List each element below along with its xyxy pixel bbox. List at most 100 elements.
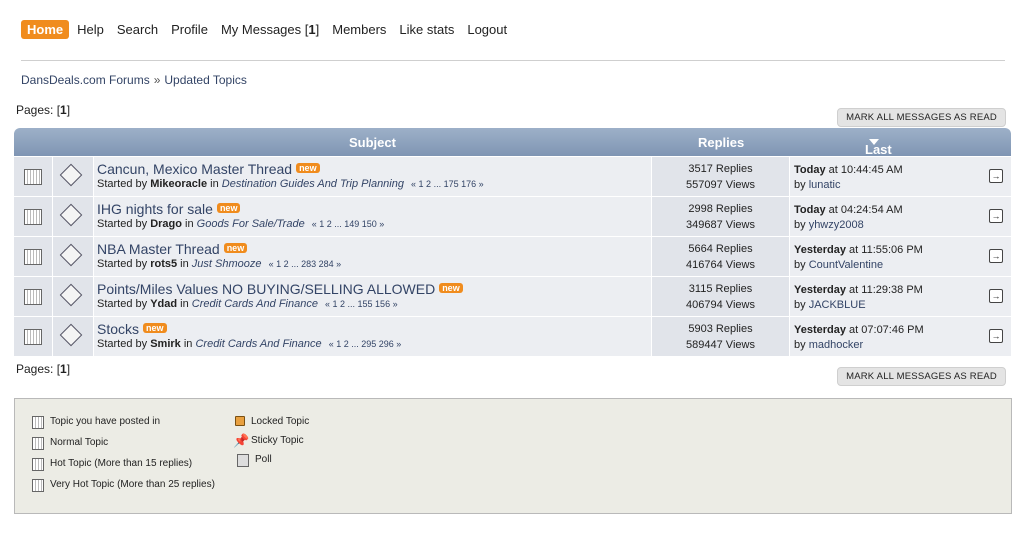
topic-title-link[interactable]: NBA Master Thread — [97, 241, 220, 257]
page-links[interactable]: « 1 2 ... 283 284 » — [269, 259, 342, 269]
last-poster-link[interactable]: CountValentine — [809, 259, 883, 271]
icon-legend: Topic you have posted in Normal Topic Ho… — [14, 398, 1012, 514]
nav-profile[interactable]: Profile — [171, 22, 208, 37]
subject-cell: Cancun, Mexico Master Thread new Started … — [94, 157, 652, 196]
by-label: by — [794, 179, 806, 191]
page-links[interactable]: « 1 2 ... 295 296 » — [329, 339, 402, 349]
subject-cell: Points/Miles Values NO BUYING/SELLING AL… — [94, 277, 652, 316]
subject-cell: IHG nights for sale new Started by Drago … — [94, 197, 652, 236]
legend-locked: Locked Topic — [235, 416, 309, 427]
replies-count: 5664 Replies — [688, 243, 753, 255]
topic-icon — [24, 169, 42, 185]
subject-cell: NBA Master Thread new Started by rots5 in… — [94, 237, 652, 276]
hot-topic-icon — [32, 458, 44, 471]
legend-poll: Poll — [237, 454, 272, 467]
topics-table: Subject Replies Last post Cancun, Mexico… — [14, 128, 1011, 356]
nav-members[interactable]: Members — [332, 22, 386, 37]
legend-hot-label: Hot Topic (More than 15 replies) — [50, 458, 193, 469]
board-link[interactable]: Destination Guides And Trip Planning — [222, 178, 404, 190]
author-link[interactable]: Smirk — [150, 338, 181, 350]
topic-icon — [24, 289, 42, 305]
page-links[interactable]: « 1 2 ... 149 150 » — [312, 219, 385, 229]
go-to-last-post-icon[interactable]: → — [989, 209, 1003, 223]
go-to-last-post-icon[interactable]: → — [989, 289, 1003, 303]
go-to-last-post-icon[interactable]: → — [989, 169, 1003, 183]
started-by-label: Started by — [97, 338, 148, 350]
by-label: by — [794, 219, 806, 231]
by-label: by — [794, 259, 806, 271]
in-label: in — [210, 178, 219, 190]
author-link[interactable]: Drago — [150, 218, 182, 230]
nav-my-messages-label: My Messages — [220, 21, 302, 37]
nav-like-stats[interactable]: Like stats — [399, 22, 454, 37]
pages-label: Pages: — [16, 362, 54, 376]
message-icon-cell — [53, 197, 94, 236]
legend-normal-label: Normal Topic — [50, 437, 109, 448]
legend-hot: Hot Topic (More than 15 replies) — [32, 458, 193, 471]
message-icon — [59, 163, 83, 187]
last-post-day: Yesterday — [794, 284, 846, 296]
table-row: Stocks new Started by Smirk in Credit Car… — [14, 316, 1011, 356]
replies-count: 3115 Replies — [688, 283, 753, 295]
header-replies[interactable]: Replies — [698, 135, 744, 150]
very-hot-topic-icon — [32, 479, 44, 492]
pagination-bottom: Pages: [1] — [16, 362, 71, 376]
board-link[interactable]: Goods For Sale/Trade — [197, 218, 305, 230]
author-link[interactable]: Ydad — [150, 298, 177, 310]
last-poster-link[interactable]: lunatic — [809, 179, 841, 191]
table-header: Subject Replies Last post — [14, 128, 1011, 172]
subject-cell: Stocks new Started by Smirk in Credit Car… — [94, 317, 652, 356]
nav-messages-count: 1 — [308, 21, 316, 37]
last-post-time: at 11:29:38 PM — [849, 284, 923, 296]
last-post-day: Today — [794, 204, 826, 216]
last-post-day: Today — [794, 164, 826, 176]
breadcrumb-current[interactable]: Updated Topics — [164, 73, 247, 87]
table-row: Points/Miles Values NO BUYING/SELLING AL… — [14, 276, 1011, 316]
page-links[interactable]: « 1 2 ... 155 156 » — [325, 299, 398, 309]
mark-all-read-button-bottom[interactable]: MARK ALL MESSAGES AS READ — [837, 367, 1006, 386]
legend-normal: Normal Topic — [32, 437, 109, 450]
nav-my-messages[interactable]: My Messages [1] — [221, 22, 319, 37]
last-poster-link[interactable]: madhocker — [809, 339, 863, 351]
topic-title-link[interactable]: Stocks — [97, 321, 139, 337]
posted-topic-icon — [32, 416, 44, 429]
stats-cell: 3115 Replies 406794 Views — [652, 277, 790, 316]
nav-search[interactable]: Search — [117, 22, 158, 37]
mark-all-read-button-top[interactable]: MARK ALL MESSAGES AS READ — [837, 108, 1006, 127]
page-links[interactable]: « 1 2 ... 175 176 » — [411, 179, 484, 189]
breadcrumb-separator: » — [153, 73, 161, 87]
board-link[interactable]: Just Shmooze — [192, 258, 262, 270]
stats-cell: 3517 Replies 557097 Views — [652, 157, 790, 196]
legend-posted: Topic you have posted in — [32, 416, 161, 429]
legend-posted-label: Topic you have posted in — [50, 416, 161, 427]
nav-help[interactable]: Help — [77, 22, 104, 37]
new-badge[interactable]: new — [216, 203, 241, 213]
replies-count: 5903 Replies — [688, 323, 753, 335]
new-badge[interactable]: new — [223, 243, 248, 253]
nav-home-button[interactable]: Home — [21, 19, 70, 39]
message-icon-cell — [53, 237, 94, 276]
topic-title-link[interactable]: Cancun, Mexico Master Thread — [97, 161, 292, 177]
topic-title-link[interactable]: Points/Miles Values NO BUYING/SELLING AL… — [97, 281, 435, 297]
last-poster-link[interactable]: yhwzy2008 — [809, 219, 864, 231]
board-link[interactable]: Credit Cards And Finance — [195, 338, 321, 350]
last-post-time: at 07:07:46 PM — [849, 324, 924, 336]
pin-icon: 📌 — [233, 433, 250, 448]
last-post-day: Yesterday — [794, 244, 846, 256]
header-subject[interactable]: Subject — [349, 135, 396, 150]
go-to-last-post-icon[interactable]: → — [989, 329, 1003, 343]
new-badge[interactable]: new — [143, 323, 167, 333]
started-by-label: Started by — [97, 218, 148, 230]
board-link[interactable]: Credit Cards And Finance — [192, 298, 318, 310]
topic-type-cell — [14, 317, 53, 356]
last-poster-link[interactable]: JACKBLUE — [809, 299, 866, 311]
author-link[interactable]: rots5 — [150, 258, 177, 270]
new-badge[interactable]: new — [439, 283, 463, 293]
go-to-last-post-icon[interactable]: → — [989, 249, 1003, 263]
topic-title-link[interactable]: IHG nights for sale — [97, 201, 213, 217]
header-last-post[interactable]: Last post — [865, 135, 892, 172]
author-link[interactable]: Mikeoracle — [150, 178, 207, 190]
nav-logout[interactable]: Logout — [467, 22, 507, 37]
breadcrumb-root[interactable]: DansDeals.com Forums — [21, 73, 150, 87]
new-badge[interactable]: new — [296, 163, 320, 173]
